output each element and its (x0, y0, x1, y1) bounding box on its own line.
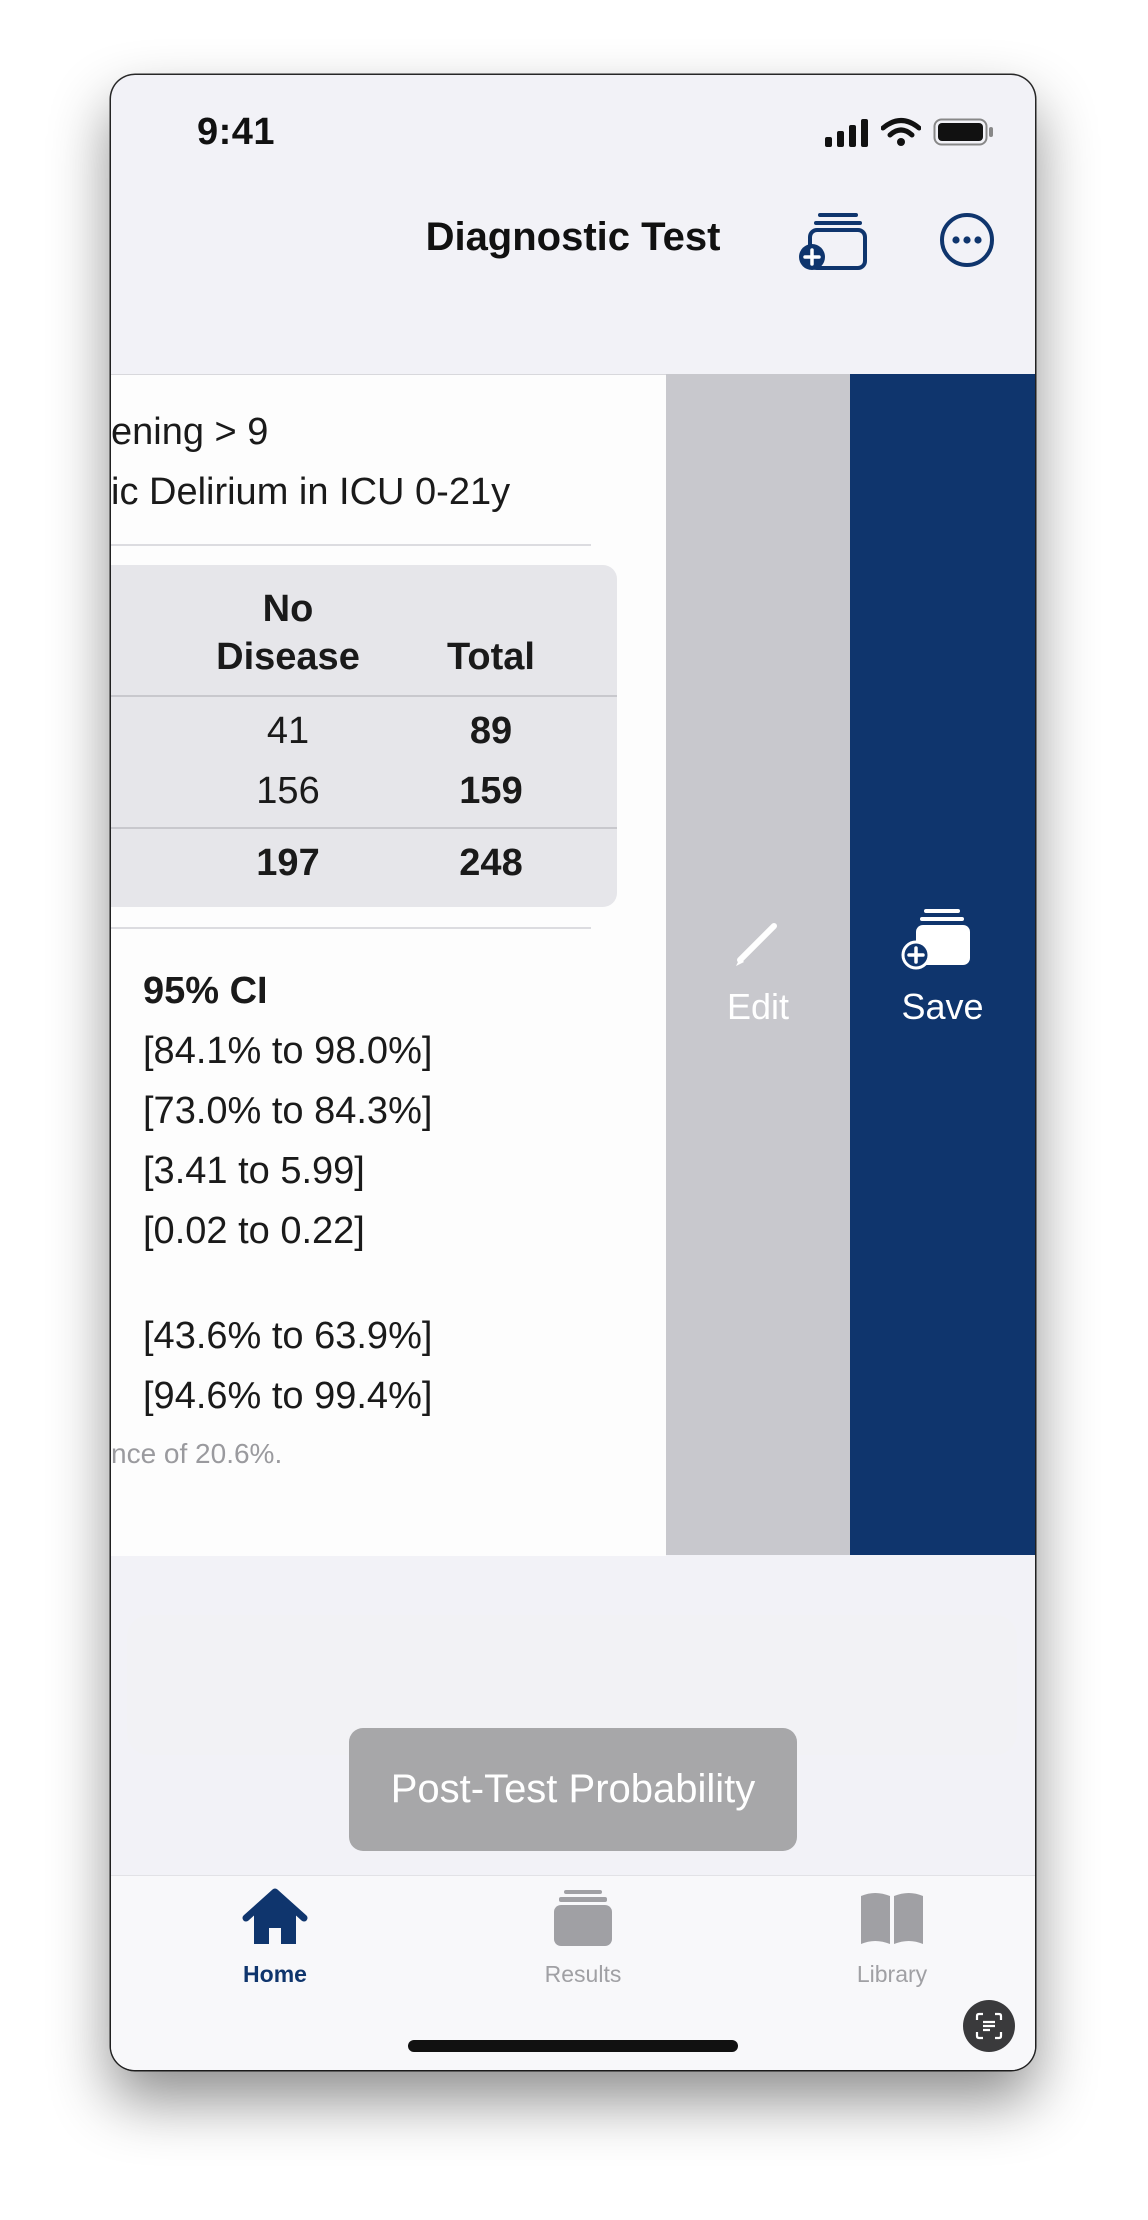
test-name: ening > 9 (111, 411, 269, 453)
save-swipe-action[interactable]: Save (850, 374, 1035, 1555)
tab-home[interactable]: Home (175, 1888, 375, 1988)
battery-icon (933, 118, 993, 146)
tab-home-label: Home (243, 1961, 307, 1987)
grand-total: 248 (459, 842, 523, 884)
result-card[interactable]: ening > 9 ic Delirium in ICU 0-21y No Di… (111, 374, 666, 1556)
ci-header: 95% CI (143, 970, 268, 1012)
divider (111, 927, 591, 929)
header-disease: Disease (216, 636, 360, 678)
save-to-results-icon[interactable] (798, 210, 868, 274)
home-indicator (408, 2040, 738, 2052)
header-total: Total (447, 636, 535, 678)
divider (111, 544, 591, 546)
more-options-icon[interactable] (939, 212, 995, 268)
ci-sensitivity: [84.1% to 98.0%] (143, 1030, 433, 1072)
book-icon (861, 1893, 923, 1944)
tab-results-label: Results (544, 1961, 622, 1987)
stack-icon (554, 1890, 612, 1946)
total-no-disease: 197 (256, 842, 320, 884)
ci-negative-lr: [0.02 to 0.22] (143, 1210, 365, 1252)
pencil-icon (736, 923, 777, 966)
cell-total: 159 (459, 770, 523, 812)
cell-total: 89 (469, 710, 513, 752)
table-divider (111, 695, 617, 697)
table-divider (111, 827, 617, 829)
ci-specificity: [73.0% to 84.3%] (143, 1090, 433, 1132)
tab-results[interactable]: Results (483, 1888, 683, 1988)
header-no: No (262, 588, 314, 630)
tab-library[interactable]: Library (792, 1888, 992, 1988)
phone-screen: 9:41 Diagnostic Test ening > 9 ic Deliri… (111, 75, 1035, 2070)
edit-label: Edit (726, 986, 790, 1027)
house-icon (242, 1888, 308, 1944)
save-label: Save (901, 986, 984, 1027)
contingency-table: No Disease Total 41 89 156 159 197 248 (111, 565, 617, 907)
live-text-button[interactable] (963, 2000, 1015, 2052)
prevalence-note: nce of 20.6%. (111, 1438, 283, 1469)
save-stack-icon (901, 909, 970, 970)
post-test-probability-toast[interactable]: Post-Test Probability (349, 1728, 797, 1851)
cellular-signal-icon (825, 119, 868, 147)
ci-ppv: [43.6% to 63.9%] (143, 1315, 433, 1357)
wifi-icon (881, 118, 921, 146)
scan-text-icon (975, 2012, 1003, 2040)
nav-title: Diagnostic Test (425, 215, 721, 259)
tab-library-label: Library (856, 1961, 928, 1987)
study-population: ic Delirium in ICU 0-21y (111, 471, 511, 513)
cell-no-disease: 41 (266, 710, 310, 752)
cell-no-disease: 156 (256, 770, 320, 812)
ci-positive-lr: [3.41 to 5.99] (143, 1150, 365, 1192)
edit-swipe-action[interactable]: Edit (666, 374, 850, 1555)
status-time: 9:41 (197, 111, 276, 153)
ci-npv: [94.6% to 99.4%] (143, 1375, 433, 1417)
